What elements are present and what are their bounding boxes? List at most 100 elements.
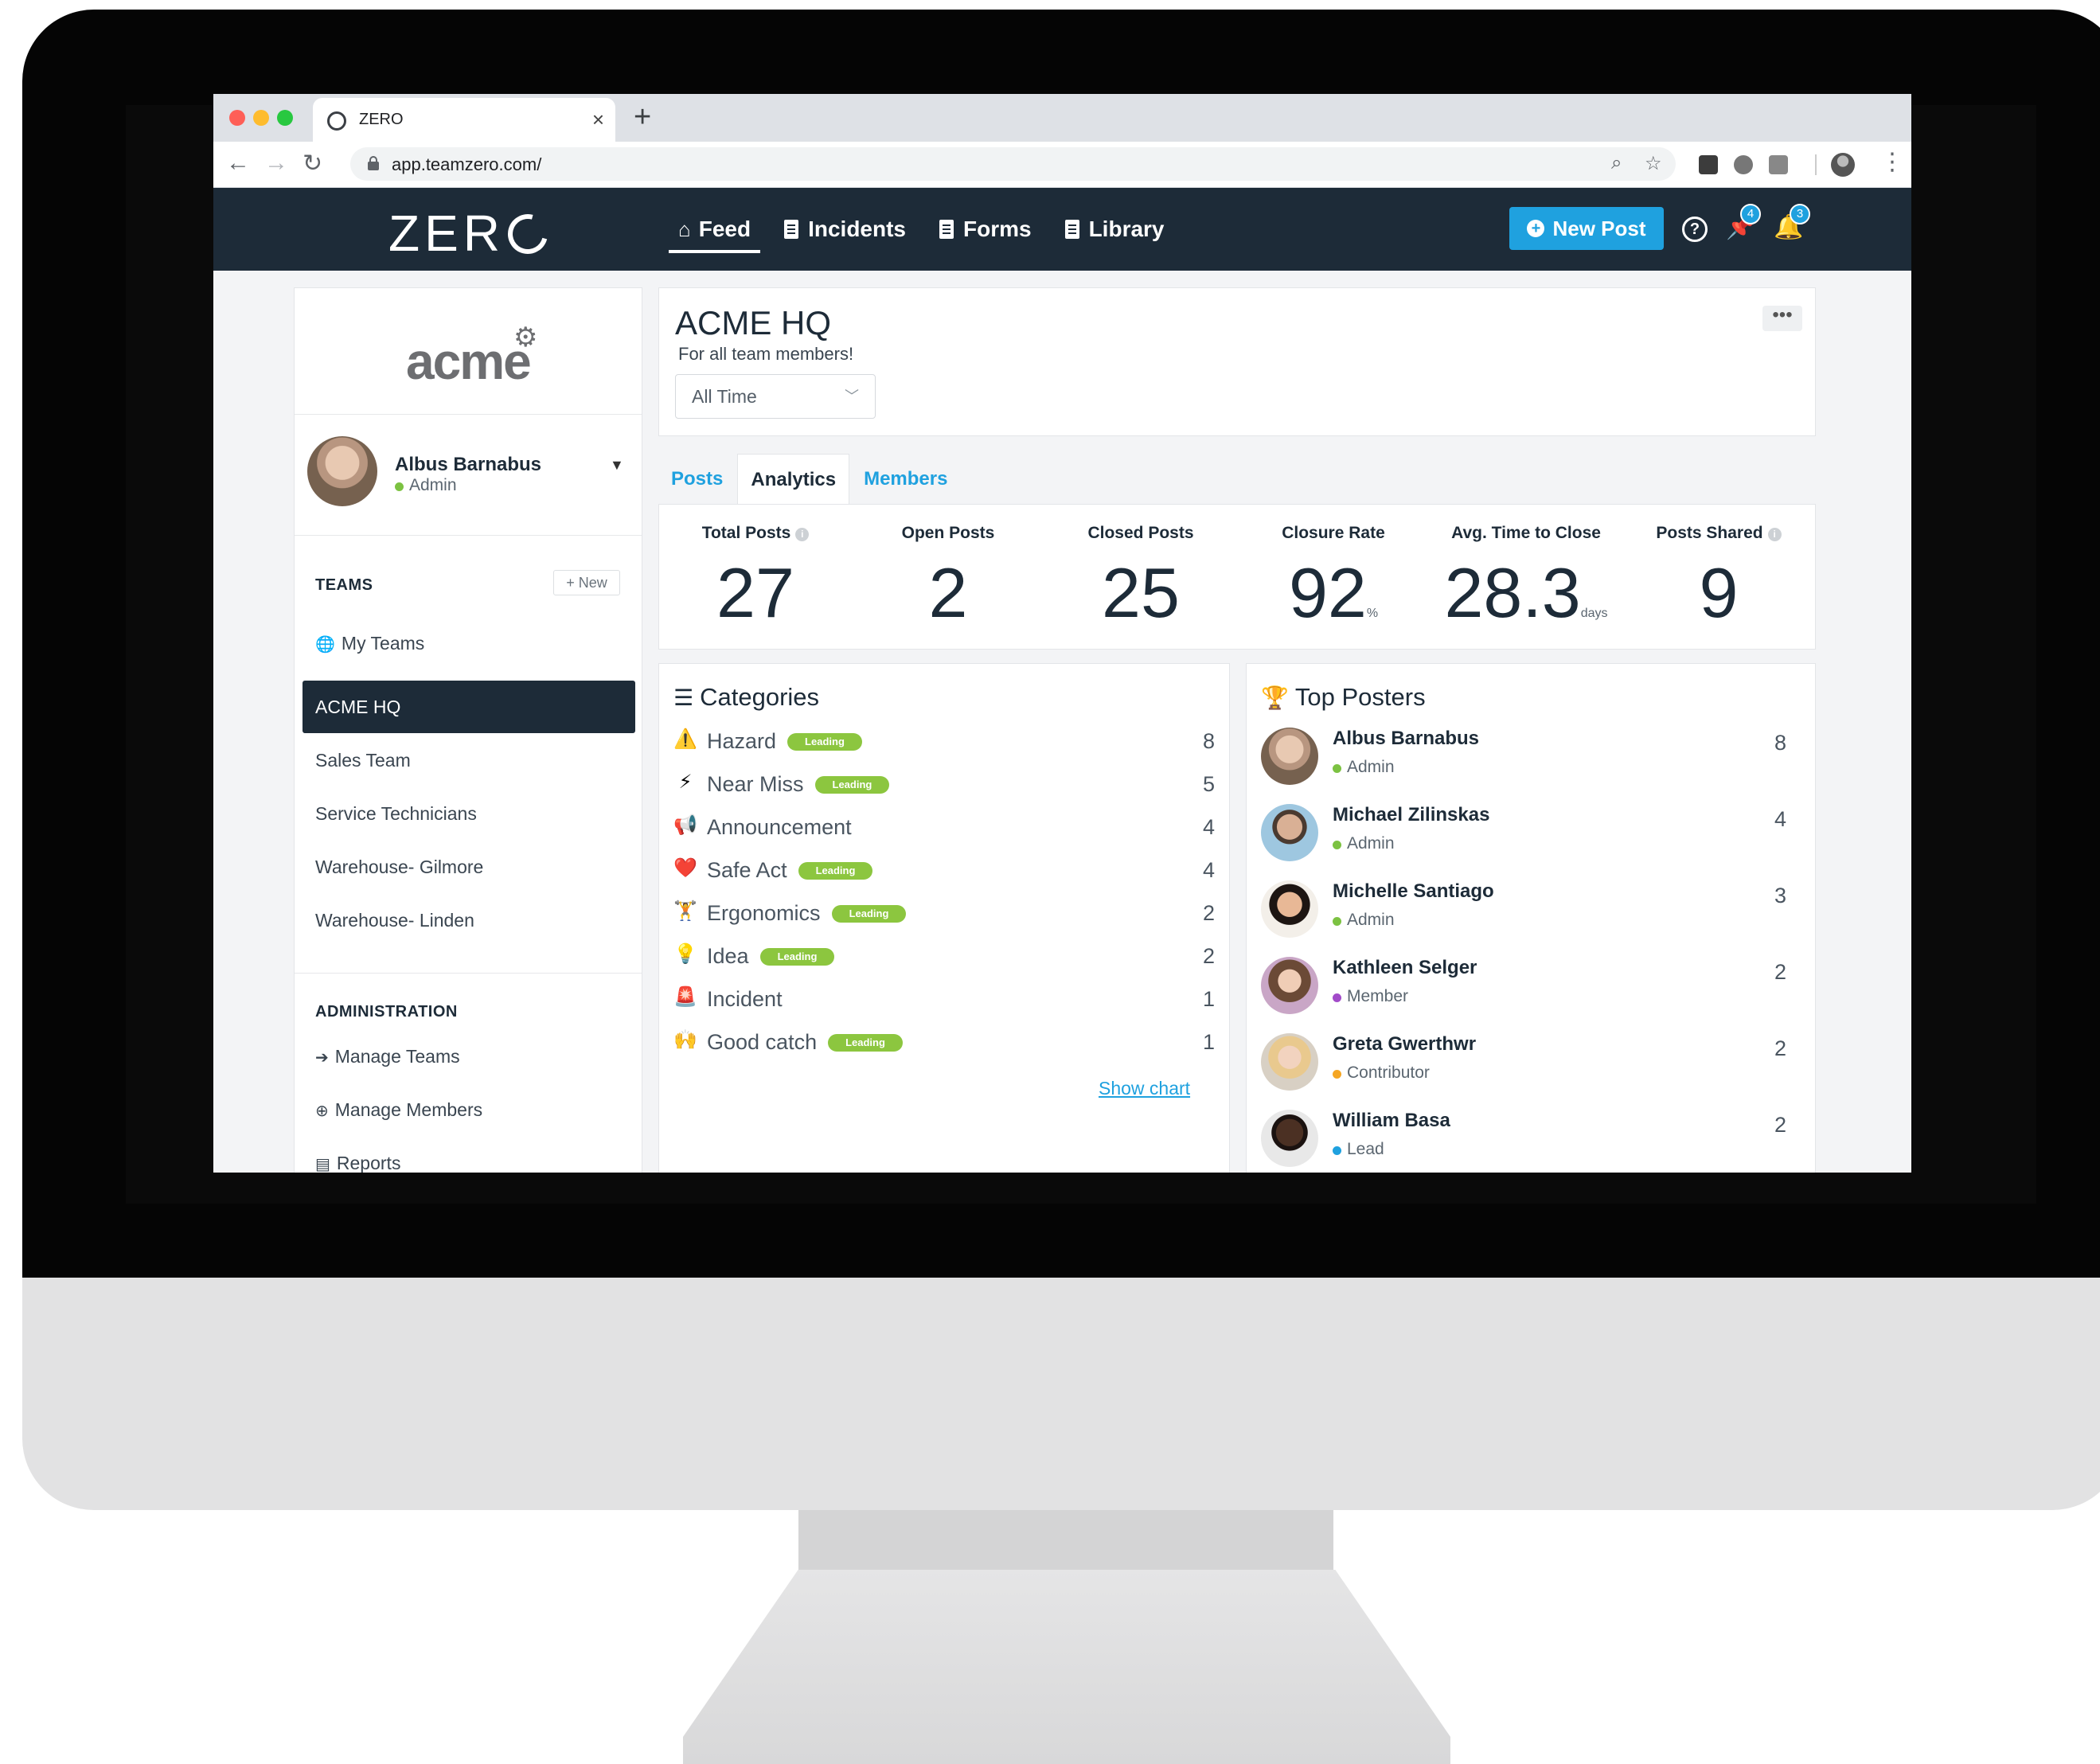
- list-item[interactable]: Kathleen Selger Member 2: [1261, 957, 1802, 1033]
- sidebar-item-warehouse-gilmore[interactable]: Warehouse- Gilmore: [303, 841, 635, 893]
- stat-label: Avg. Time to Close: [1451, 524, 1601, 542]
- list-item[interactable]: 🚨 Incident 1: [673, 979, 1215, 1022]
- category-name: Hazard Leading: [707, 729, 862, 754]
- top-posters-title-text: Top Posters: [1294, 683, 1426, 711]
- zoom-icon[interactable]: ⌕: [1611, 152, 1622, 174]
- avatar[interactable]: [1261, 804, 1318, 861]
- tab-close-icon[interactable]: ×: [592, 107, 604, 132]
- sidebar-item-manage-teams[interactable]: ➔ Manage Teams: [303, 1030, 635, 1083]
- sidebar-item-warehouse-linden[interactable]: Warehouse- Linden: [303, 894, 635, 946]
- category-count: 4: [1202, 815, 1215, 839]
- browser-toolbar: ← → ↻ app.teamzero.com/ ⌕ ☆ ⋮: [213, 142, 1911, 188]
- list-item[interactable]: 🏋 Ergonomics Leading 2: [673, 893, 1215, 936]
- sidebar-item-service-technicians[interactable]: Service Technicians: [303, 787, 635, 840]
- sidebar-item-manage-members[interactable]: ⊕ Manage Members: [303, 1083, 635, 1136]
- categories-title-text: Categories: [700, 683, 820, 711]
- avatar[interactable]: [307, 436, 377, 506]
- stat-label: Closed Posts: [1087, 524, 1194, 542]
- list-item[interactable]: ⚠️ Hazard Leading 8: [673, 721, 1215, 764]
- stat-number: 92: [1288, 553, 1367, 632]
- sidebar-item-label: Manage Members: [334, 1099, 483, 1120]
- admin-section-title: ADMINISTRATION: [315, 1003, 458, 1021]
- avatar[interactable]: [1261, 1033, 1318, 1091]
- list-item[interactable]: Michelle Santiago Admin 3: [1261, 880, 1802, 957]
- category-name: Good catch Leading: [707, 1030, 903, 1055]
- nav-incidents[interactable]: Incidents: [775, 188, 915, 271]
- profile-avatar-icon[interactable]: [1831, 153, 1855, 177]
- avatar[interactable]: [1261, 957, 1318, 1014]
- avatar[interactable]: [1261, 1110, 1318, 1167]
- tab-analytics[interactable]: Analytics: [737, 454, 850, 505]
- list-item[interactable]: 🙌 Good catch Leading 1: [673, 1022, 1215, 1065]
- new-team-button[interactable]: + New: [553, 570, 620, 595]
- sidebar-divider: [295, 535, 642, 536]
- new-tab-icon[interactable]: +: [634, 100, 651, 135]
- nav-forms[interactable]: Forms: [930, 188, 1041, 271]
- stat-value: 2: [852, 552, 1044, 634]
- show-chart-link[interactable]: Show chart: [1099, 1078, 1190, 1099]
- sidebar-item-label: Sales Team: [315, 750, 411, 771]
- teams-section-title: TEAMS: [315, 576, 373, 594]
- category-name: Announcement: [707, 815, 852, 840]
- sidebar-item-label: Warehouse- Linden: [315, 910, 474, 931]
- stat-value: 9: [1622, 552, 1815, 634]
- url-text: app.teamzero.com/: [392, 154, 542, 174]
- info-icon[interactable]: i: [1767, 528, 1782, 541]
- list-item[interactable]: William Basa Lead 2: [1261, 1110, 1802, 1173]
- avatar[interactable]: [1261, 880, 1318, 938]
- sidebar-item-acme-hq[interactable]: ACME HQ: [303, 681, 635, 733]
- poster-role: Admin: [1347, 834, 1395, 853]
- time-filter-select[interactable]: All Time ﹀: [675, 374, 876, 419]
- new-post-button[interactable]: + New Post: [1509, 207, 1664, 250]
- window-close-dot[interactable]: [229, 110, 245, 126]
- sidebar-item-reports[interactable]: ▤ Reports: [303, 1137, 635, 1173]
- extension-puzzle-icon[interactable]: [1769, 155, 1788, 174]
- browser-tab[interactable]: ZERO ×: [313, 98, 615, 142]
- trophy-icon: 🏆: [1261, 685, 1289, 710]
- sidebar: acme ⚙ Albus Barnabus Admin ▼ TEAMS + Ne…: [294, 287, 642, 1173]
- role-dot: [1333, 1146, 1341, 1155]
- sidebar-item-label: My Teams: [341, 633, 425, 654]
- stat-number: 28.3: [1444, 553, 1581, 632]
- help-icon[interactable]: ?: [1682, 217, 1708, 242]
- window-zoom-dot[interactable]: [277, 110, 293, 126]
- reload-icon[interactable]: ↻: [303, 150, 322, 178]
- avatar[interactable]: [1261, 728, 1318, 785]
- app-header: ZER ⌂ Feed Incidents Forms Library + New…: [213, 188, 1911, 271]
- role-dot: [1333, 1070, 1341, 1079]
- extension-circle-icon[interactable]: [1734, 155, 1753, 174]
- tab-posts[interactable]: Posts: [658, 454, 736, 505]
- list-item[interactable]: ⚡ Near Miss Leading 5: [673, 764, 1215, 807]
- list-item[interactable]: Albus Barnabus Admin 8: [1261, 728, 1802, 804]
- more-options-button[interactable]: •••: [1762, 306, 1802, 331]
- caret-down-icon[interactable]: ▼: [610, 457, 624, 474]
- bookmark-star-icon[interactable]: ☆: [1645, 152, 1662, 175]
- tab-members[interactable]: Members: [851, 454, 960, 505]
- list-item[interactable]: ❤️ Safe Act Leading 4: [673, 850, 1215, 893]
- zero-favicon-icon: [327, 111, 346, 131]
- list-item[interactable]: Michael Zilinskas Admin 4: [1261, 804, 1802, 880]
- back-arrow-icon[interactable]: ←: [226, 150, 250, 177]
- address-bar[interactable]: app.teamzero.com/ ⌕ ☆: [350, 147, 1676, 181]
- list-item[interactable]: Greta Gwerthwr Contributor 2: [1261, 1033, 1802, 1110]
- list-item[interactable]: 💡 Idea Leading 2: [673, 936, 1215, 979]
- bell-badge: 3: [1790, 204, 1810, 224]
- browser-menu-icon[interactable]: ⋮: [1880, 148, 1904, 176]
- list-item[interactable]: 📢 Announcement 4: [673, 807, 1215, 850]
- pin-badge: 4: [1740, 204, 1761, 224]
- chevron-down-icon: ﹀: [845, 388, 859, 404]
- sidebar-item-my-teams[interactable]: 🌐 My Teams: [303, 617, 635, 669]
- extension-icon[interactable]: [1699, 155, 1718, 174]
- sidebar-item-sales-team[interactable]: Sales Team: [303, 734, 635, 786]
- info-icon[interactable]: i: [795, 528, 810, 541]
- nav-feed[interactable]: ⌂ Feed: [669, 188, 761, 271]
- org-logo: acme: [406, 333, 532, 390]
- stat-number: 2: [928, 553, 968, 632]
- new-post-label: New Post: [1552, 216, 1646, 240]
- nav-library[interactable]: Library: [1056, 188, 1174, 271]
- forward-arrow-icon[interactable]: →: [264, 150, 288, 177]
- zero-logo[interactable]: ZER: [388, 204, 556, 263]
- window-minimize-dot[interactable]: [253, 110, 269, 126]
- poster-role: Contributor: [1347, 1063, 1430, 1082]
- sidebar-item-label: Service Technicians: [315, 803, 477, 824]
